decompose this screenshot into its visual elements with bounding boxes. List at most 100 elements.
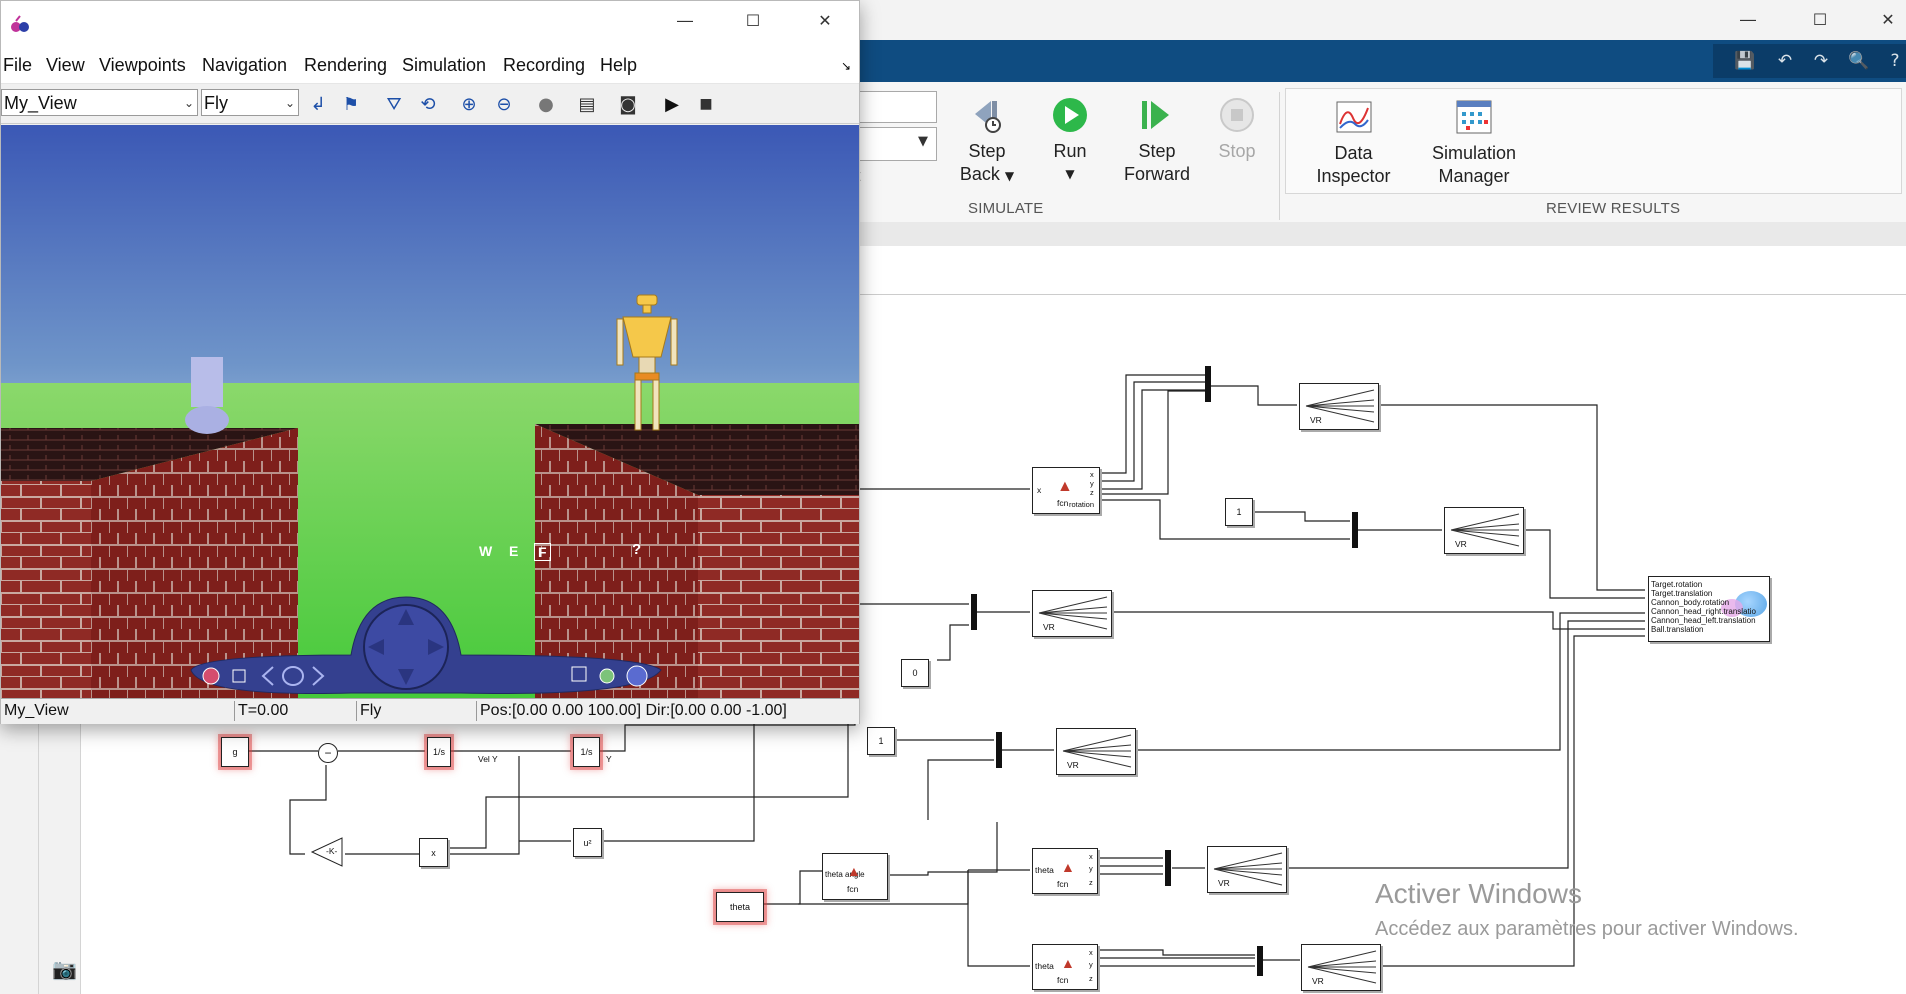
constant-block-2[interactable]: 1 xyxy=(867,727,895,755)
vr-sink-block[interactable]: Target.rotation Target.translation Canno… xyxy=(1648,576,1770,642)
vr-label: VR xyxy=(1043,622,1055,632)
y-label: Y xyxy=(606,754,612,764)
flag-icon[interactable]: ⚑ xyxy=(338,92,364,116)
nav-mode-value: Fly xyxy=(204,93,228,113)
matlab-fcn-block-4[interactable]: theta ▲ fcn x y z xyxy=(1032,944,1098,990)
mux-block-4[interactable] xyxy=(996,732,1002,768)
vr-label: VR xyxy=(1312,976,1324,986)
port-label: theta xyxy=(1035,865,1054,875)
stop-icon[interactable]: ■ xyxy=(693,92,719,116)
scene-render xyxy=(1,125,859,698)
fcn-label: fcn xyxy=(1057,498,1069,508)
minimize-button[interactable]: ― xyxy=(663,5,707,35)
sum-block[interactable]: − xyxy=(318,743,338,763)
viewpoint-value: My_View xyxy=(4,93,77,113)
activation-watermark-subtitle: Accédez aux paramètres pour activer Wind… xyxy=(1375,918,1799,940)
nav-e-button[interactable]: E xyxy=(509,543,518,559)
port-label: x xyxy=(1090,470,1094,479)
integrator-block-1[interactable]: 1/s xyxy=(427,737,451,767)
port-label: y xyxy=(1090,479,1094,488)
menu-viewpoints[interactable]: Viewpoints xyxy=(99,55,186,76)
nav-f-button[interactable]: F xyxy=(534,543,551,561)
zoom-in-icon[interactable]: ⊕ xyxy=(456,92,482,116)
mux-block-5[interactable] xyxy=(1165,850,1171,886)
chevron-down-icon: ⌄ xyxy=(284,96,295,110)
zoom-out-icon[interactable]: ⊖ xyxy=(491,92,517,116)
vr-label: VR xyxy=(1067,760,1079,770)
block-label: 1 xyxy=(1236,507,1242,517)
port-label: theta xyxy=(1035,961,1054,971)
viewpoint-select[interactable]: My_View ⌄ xyxy=(1,89,198,116)
fcn-label: fcn xyxy=(847,884,859,894)
menu-help[interactable]: Help xyxy=(600,55,637,76)
notes-icon[interactable]: ▤ xyxy=(574,92,600,116)
vr-toolbar: My_View ⌄ Fly ⌄ ↲ ⚑ ⛛ ⟲ ⊕ ⊖ ● ▤ ◙ ▶ ■ xyxy=(1,85,859,124)
maximize-button[interactable]: ☐ xyxy=(731,5,775,35)
sink-port-label: Ball.translation xyxy=(1651,625,1704,634)
menu-navigation[interactable]: Navigation xyxy=(202,55,287,76)
square-block[interactable]: u² xyxy=(573,828,602,857)
matlab-icon: ▲ xyxy=(1061,955,1075,971)
vr-block-6[interactable]: VR xyxy=(1301,944,1381,991)
mux-block-1[interactable] xyxy=(1205,366,1211,402)
vr-scene[interactable]: W E F ? xyxy=(1,125,859,698)
matlab-fcn-angle-block[interactable]: theta angle ▲ fcn xyxy=(822,853,888,900)
nav-help-button[interactable]: ? xyxy=(632,541,641,558)
vr-label: VR xyxy=(1218,878,1230,888)
dock-icon[interactable]: ↘ xyxy=(841,59,851,73)
matlab-fcn-block-3[interactable]: theta ▲ fcn x y z xyxy=(1032,848,1098,894)
fcn-label: fcn xyxy=(1057,879,1069,889)
port-label: z xyxy=(1089,974,1093,983)
nav-mode-select[interactable]: Fly ⌄ xyxy=(201,89,299,116)
port-label: y xyxy=(1089,960,1093,969)
camera-icon[interactable]: ◙ xyxy=(615,92,641,116)
vr-app-icon xyxy=(11,15,29,32)
menu-rendering[interactable]: Rendering xyxy=(304,55,387,76)
back-icon[interactable]: ↲ xyxy=(305,92,331,116)
sink-port-label: Cannon_body.rotation xyxy=(1651,598,1730,607)
chevron-down-icon: ⌄ xyxy=(183,96,194,110)
menu-simulation[interactable]: Simulation xyxy=(402,55,486,76)
sink-port-label: Target.translation xyxy=(1651,589,1713,598)
gravity-constant-block[interactable]: g xyxy=(221,737,249,767)
block-label: theta xyxy=(729,902,751,912)
record-dot-icon[interactable]: ● xyxy=(533,92,559,116)
vr-label: VR xyxy=(1310,415,1322,425)
mux-block-2[interactable] xyxy=(1352,512,1358,548)
block-label: u² xyxy=(583,837,592,848)
rotation-port-label: rotation xyxy=(1069,500,1095,509)
close-button[interactable]: ✕ xyxy=(803,5,847,35)
menu-file[interactable]: File xyxy=(3,55,32,76)
menu-recording[interactable]: Recording xyxy=(503,55,585,76)
status-time: T=0.00 xyxy=(235,701,357,721)
mux-block-6[interactable] xyxy=(1257,946,1263,976)
block-label: 1/s xyxy=(580,747,593,757)
nav-w-button[interactable]: W xyxy=(479,543,492,559)
vr-block-3[interactable]: VR xyxy=(1032,590,1112,637)
matlab-icon: ▲ xyxy=(1057,478,1073,495)
vr-block-2[interactable]: VR xyxy=(1444,507,1524,554)
block-label: 0 xyxy=(912,668,918,678)
status-view: My_View xyxy=(1,701,235,721)
straighten-icon[interactable]: ⛛ xyxy=(381,92,407,116)
integrator-block-2[interactable]: 1/s xyxy=(573,737,600,767)
menu-view[interactable]: View xyxy=(46,55,85,76)
mux-block-3[interactable] xyxy=(971,594,977,630)
matlab-fcn-rotation-block[interactable]: x ▲ fcn rotation x y z xyxy=(1032,467,1100,514)
sink-port-label: Cannon_head_right.translatio xyxy=(1651,607,1756,616)
reset-icon[interactable]: ⟲ xyxy=(415,92,441,116)
vel-y-label: Vel Y xyxy=(478,754,498,764)
port-label: x xyxy=(1089,852,1093,861)
vr-label: VR xyxy=(1455,539,1467,549)
play-icon[interactable]: ▶ xyxy=(659,92,685,116)
port-label: x xyxy=(1037,485,1042,495)
product-block[interactable]: x xyxy=(419,838,448,867)
block-label: x xyxy=(431,847,436,858)
theta-source-block[interactable]: theta xyxy=(716,892,764,922)
vr-block-4[interactable]: VR xyxy=(1056,728,1136,775)
port-label: y xyxy=(1089,864,1093,873)
vr-block-1[interactable]: VR xyxy=(1299,383,1379,430)
vr-block-5[interactable]: VR xyxy=(1207,846,1287,893)
constant-block-0[interactable]: 0 xyxy=(901,659,929,687)
constant-block-1[interactable]: 1 xyxy=(1225,498,1253,526)
